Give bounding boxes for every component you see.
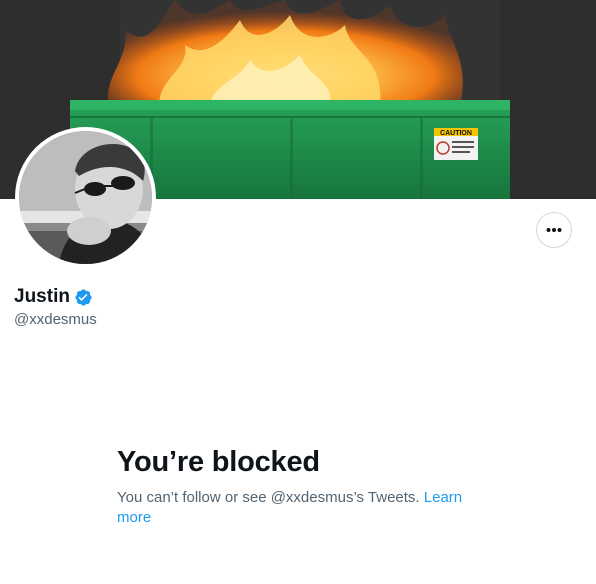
blocked-title: You’re blocked (117, 446, 320, 478)
avatar[interactable] (15, 127, 156, 268)
avatar-photo (19, 131, 152, 264)
profile-name-row: Justin (14, 285, 93, 309)
blocked-message: You can’t follow or see @xxdesmus’s Twee… (117, 488, 477, 528)
profile-handle: @xxdesmus (14, 311, 97, 328)
display-name: Justin (14, 286, 70, 307)
verified-badge-icon (74, 288, 93, 307)
blocked-message-text: You can’t follow or see @xxdesmus’s Twee… (117, 489, 420, 506)
more-horizontal-icon (546, 228, 562, 232)
caution-sign-text: CAUTION (440, 130, 472, 137)
more-options-button[interactable] (536, 212, 572, 248)
